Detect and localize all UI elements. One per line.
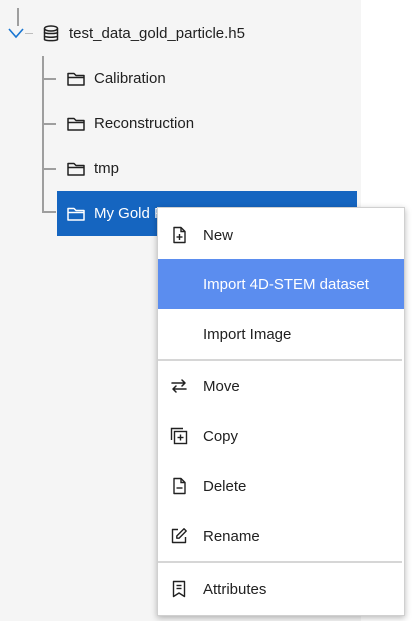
bookmark-list-icon	[172, 580, 186, 598]
menu-item-move[interactable]: Move	[158, 361, 404, 411]
file-plus-icon	[173, 226, 186, 244]
menu-item-label: Delete	[203, 477, 247, 495]
folder-icon	[67, 207, 85, 221]
tree-node-reconstruction[interactable]: Reconstruction	[66, 101, 194, 146]
menu-divider	[158, 561, 402, 563]
menu-item-label: Copy	[203, 427, 239, 445]
menu-item-delete[interactable]: Delete	[158, 461, 404, 511]
tree-connector-branch-2	[42, 123, 56, 125]
menu-item-new[interactable]: New	[158, 210, 404, 260]
chevron-down-icon[interactable]	[7, 25, 25, 41]
swap-arrows-icon	[171, 379, 187, 393]
folder-icon	[67, 162, 85, 176]
edit-icon	[171, 528, 187, 544]
tree-connector-branch-1	[42, 78, 56, 80]
menu-item-label: Import Image	[203, 325, 292, 343]
menu-item-attributes[interactable]: Attributes	[158, 564, 404, 614]
menu-item-copy[interactable]: Copy	[158, 411, 404, 461]
database-icon	[43, 24, 59, 41]
menu-item-label: Rename	[203, 527, 260, 545]
menu-item-label: New	[203, 226, 234, 244]
tree-node-label: Reconstruction	[94, 115, 195, 132]
tree-node-root[interactable]: test_data_gold_particle.h5	[41, 11, 245, 56]
tree-connector-branch-3	[42, 168, 56, 170]
context-menu: New Import 4D-STEM dataset Import Image …	[157, 207, 405, 616]
folder-icon	[67, 72, 85, 86]
tree-node-label: test_data_gold_particle.h5	[69, 25, 245, 42]
file-minus-icon	[173, 477, 186, 495]
tree-node-calibration[interactable]: Calibration	[66, 56, 166, 101]
tree-node-label: Calibration	[94, 70, 166, 87]
folder-icon	[67, 117, 85, 131]
menu-item-import-4d-stem[interactable]: Import 4D-STEM dataset	[158, 259, 404, 309]
menu-item-import-image[interactable]: Import Image	[158, 309, 404, 359]
tree-node-label: My Gold P	[94, 205, 165, 222]
tree-node-tmp[interactable]: tmp	[66, 146, 119, 191]
copy-plus-icon	[170, 427, 188, 445]
tree-connector-root-stub	[25, 33, 33, 34]
tree-connector-top	[17, 8, 19, 26]
tree-connector-branch-4	[42, 211, 56, 213]
menu-item-rename[interactable]: Rename	[158, 511, 404, 561]
menu-item-label: Import 4D-STEM dataset	[203, 275, 369, 293]
menu-item-label: Attributes	[203, 580, 267, 598]
tree-node-label: tmp	[94, 160, 120, 177]
menu-item-label: Move	[203, 377, 240, 395]
